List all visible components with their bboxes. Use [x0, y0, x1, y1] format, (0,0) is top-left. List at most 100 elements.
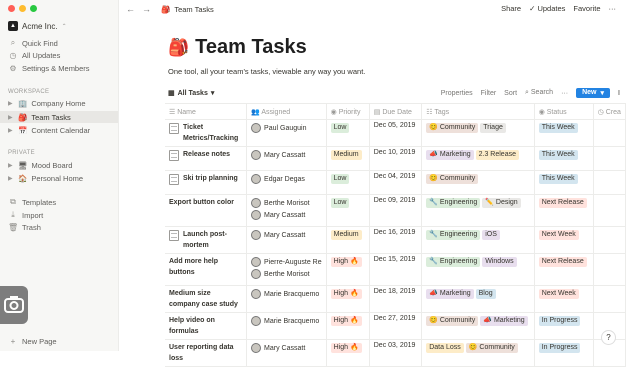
forward-arrow-icon[interactable]: →: [142, 4, 151, 14]
name-cell[interactable]: Ticket Metrics/Tracking: [165, 119, 248, 147]
table-row[interactable]: Ticket Metrics/Tracking Paul Gauguin Low De…: [165, 119, 626, 147]
breadcrumb[interactable]: 🎒 Team Tasks: [161, 5, 214, 14]
tags-cell[interactable]: 😊 Community 📣 Marketing: [421, 312, 535, 340]
column-header-name[interactable]: ☰ Name: [165, 103, 248, 120]
created-cell[interactable]: [593, 194, 626, 227]
sidebar-item-personal-home[interactable]: ▶ 🏠 Personal Home: [8, 174, 83, 183]
column-header-tags[interactable]: ☷ Tags: [421, 103, 535, 120]
due-date-cell[interactable]: Dec 27, 2019: [369, 312, 423, 340]
tags-cell[interactable]: 🔧 Engineering iOS: [421, 226, 535, 254]
status-cell[interactable]: Next Week: [534, 285, 594, 313]
favorite-button[interactable]: Favorite: [573, 4, 600, 13]
assigned-cell[interactable]: Marie Bracquemo: [246, 285, 327, 313]
new-button[interactable]: New ▾: [576, 88, 610, 98]
tags-cell[interactable]: 🔧 Engineering ✏️ Design: [421, 194, 535, 227]
column-header-priority[interactable]: ◉ Priority: [326, 103, 370, 120]
view-more-icon[interactable]: ···: [561, 90, 568, 97]
column-header-due-date[interactable]: ▤ Due Date: [369, 103, 423, 120]
due-date-cell[interactable]: Dec 03, 2019: [369, 339, 423, 367]
created-cell[interactable]: [593, 119, 626, 147]
priority-cell[interactable]: High 🔥: [326, 339, 370, 367]
due-date-cell[interactable]: Dec 16, 2019: [369, 226, 423, 254]
tags-cell[interactable]: 🔧 Engineering Windows: [421, 253, 535, 286]
tags-cell[interactable]: 📣 Marketing Blog: [421, 285, 535, 313]
minimize-window-button[interactable]: [19, 5, 26, 12]
column-header-created[interactable]: ◷ Crea: [593, 103, 626, 120]
created-cell[interactable]: [593, 146, 626, 171]
table-row[interactable]: Ski trip planning Edgar Degas Low Dec 04, 2…: [165, 170, 626, 195]
help-button[interactable]: ?: [601, 330, 616, 345]
status-cell[interactable]: Next Release: [534, 194, 594, 227]
sidebar-item-templates[interactable]: ⧉ Templates: [8, 197, 56, 207]
priority-cell[interactable]: High 🔥: [326, 285, 370, 313]
due-date-cell[interactable]: Dec 10, 2019: [369, 146, 423, 171]
properties-button[interactable]: Properties: [441, 90, 473, 97]
tags-cell[interactable]: 😊 Community Triage: [421, 119, 535, 147]
sidebar-item-settings[interactable]: ⚙ Settings & Members: [8, 64, 89, 73]
status-cell[interactable]: This Week: [534, 170, 594, 195]
caret-right-icon[interactable]: ▶: [8, 100, 14, 107]
column-header-assigned[interactable]: 👥 Assigned: [246, 103, 327, 120]
assigned-cell[interactable]: Pierre-Auguste Re Berthe Morisot: [246, 253, 327, 286]
table-row[interactable]: User reporting data loss Mary Cassatt High…: [165, 339, 626, 367]
caret-right-icon[interactable]: ▶: [8, 114, 14, 121]
sidebar-item-content-calendar[interactable]: ▶ 📅 Content Calendar: [8, 126, 90, 135]
table-row[interactable]: Launch post-mortem Mary Cassatt Medium Dec …: [165, 226, 626, 254]
priority-cell[interactable]: Low: [326, 194, 370, 227]
name-cell[interactable]: Launch post-mortem: [165, 226, 248, 254]
sidebar-item-company-home[interactable]: ▶ 🏢 Company Home: [8, 99, 86, 108]
table-row[interactable]: Release notes Mary Cassatt Medium Dec 10, 2…: [165, 146, 626, 171]
search-button[interactable]: ⌕ Search: [525, 89, 553, 97]
assigned-cell[interactable]: Paul Gauguin: [246, 119, 327, 147]
sidebar-item-team-tasks[interactable]: ▶ 🎒 Team Tasks: [0, 111, 118, 123]
caret-right-icon[interactable]: ▶: [8, 127, 14, 134]
back-arrow-icon[interactable]: ←: [126, 4, 135, 14]
priority-cell[interactable]: Medium: [326, 146, 370, 171]
due-date-cell[interactable]: Dec 09, 2019: [369, 194, 423, 227]
status-cell[interactable]: In Progress: [534, 339, 594, 367]
table-row[interactable]: Help video on formulas Marie Bracquemo Hig…: [165, 312, 626, 340]
assigned-cell[interactable]: Marie Bracquemo: [246, 312, 327, 340]
assigned-cell[interactable]: Berthe Morisot Mary Cassatt: [246, 194, 327, 227]
new-page-button[interactable]: + New Page: [8, 337, 57, 346]
table-row[interactable]: Export button color Berthe Morisot Mary Ca…: [165, 194, 626, 227]
page-title-text[interactable]: Team Tasks: [195, 36, 307, 59]
due-date-cell[interactable]: Dec 18, 2019: [369, 285, 423, 313]
name-cell[interactable]: Export button color: [165, 194, 248, 227]
due-date-cell[interactable]: Dec 04, 2019: [369, 170, 423, 195]
assigned-cell[interactable]: Mary Cassatt: [246, 339, 327, 367]
status-cell[interactable]: This Week: [534, 119, 594, 147]
status-cell[interactable]: This Week: [534, 146, 594, 171]
filter-button[interactable]: Filter: [481, 90, 497, 97]
sidebar-item-import[interactable]: ⤓ Import: [8, 210, 43, 220]
status-cell[interactable]: In Progress: [534, 312, 594, 340]
name-cell[interactable]: Release notes: [165, 146, 248, 171]
tags-cell[interactable]: 😊 Community: [421, 170, 535, 195]
assigned-cell[interactable]: Mary Cassatt: [246, 146, 327, 171]
name-cell[interactable]: User reporting data loss: [165, 339, 248, 367]
priority-cell[interactable]: Low: [326, 119, 370, 147]
tags-cell[interactable]: Data Loss 😊 Community: [421, 339, 535, 367]
updates-button[interactable]: ✓ Updates: [529, 4, 565, 13]
view-selector[interactable]: ▦ All Tasks ▾: [168, 89, 214, 98]
sidebar-item-all-updates[interactable]: ◷ All Updates: [8, 51, 61, 60]
sidebar-item-trash[interactable]: 🗑 Trash: [8, 223, 41, 232]
due-date-cell[interactable]: Dec 15, 2019: [369, 253, 423, 286]
maximize-window-button[interactable]: [30, 5, 37, 12]
priority-cell[interactable]: Low: [326, 170, 370, 195]
sidebar-item-quick-find[interactable]: ⌕ Quick Find: [8, 38, 58, 48]
due-date-cell[interactable]: Dec 05, 2019: [369, 119, 423, 147]
assigned-cell[interactable]: Edgar Degas: [246, 170, 327, 195]
name-cell[interactable]: Help video on formulas: [165, 312, 248, 340]
tags-cell[interactable]: 📣 Marketing 2.3 Release: [421, 146, 535, 171]
table-row[interactable]: Add more help buttons Pierre-Auguste Re Be…: [165, 253, 626, 286]
priority-cell[interactable]: High 🔥: [326, 312, 370, 340]
sort-button[interactable]: Sort: [504, 90, 517, 97]
sidebar-item-mood-board[interactable]: ▶ 🖥 Mood Board: [8, 161, 72, 170]
chevron-down-icon[interactable]: ▾: [600, 89, 604, 97]
name-cell[interactable]: Medium size company case study: [165, 285, 248, 313]
table-row[interactable]: Medium size company case study Marie Brac…: [165, 285, 626, 313]
created-cell[interactable]: [593, 253, 626, 286]
more-options-icon[interactable]: ···: [609, 4, 617, 13]
created-cell[interactable]: [593, 285, 626, 313]
